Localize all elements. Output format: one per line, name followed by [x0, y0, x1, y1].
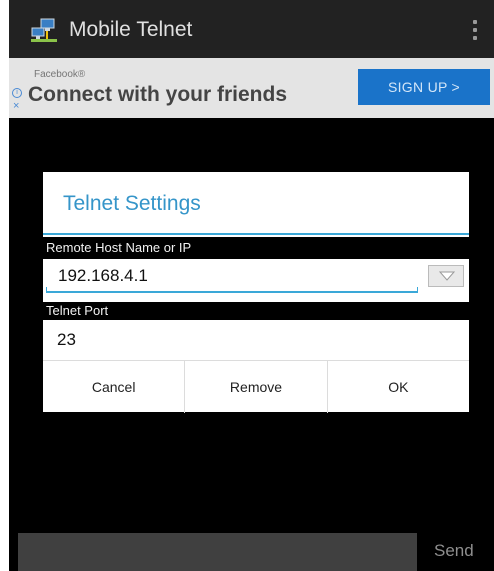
host-input[interactable]: 192.168.4.1	[46, 259, 418, 295]
dialog-header: Telnet Settings	[43, 172, 469, 235]
ok-button[interactable]: OK	[328, 361, 469, 413]
action-bar: Mobile Telnet	[9, 0, 494, 58]
dialog-title: Telnet Settings	[63, 192, 201, 215]
port-input[interactable]: 23	[43, 320, 469, 358]
ad-banner[interactable]: Facebook® i × Connect with your friends …	[9, 58, 494, 118]
ad-headline[interactable]: Connect with your friends	[28, 83, 287, 107]
ad-sign-up-button[interactable]: SIGN UP >	[358, 69, 490, 105]
app-screen: Mobile Telnet Facebook® i × Connect with…	[9, 0, 494, 571]
send-button[interactable]: Send	[434, 541, 474, 561]
cancel-button[interactable]: Cancel	[43, 361, 186, 413]
ad-info-icon[interactable]: i	[12, 88, 22, 98]
remove-button[interactable]: Remove	[185, 361, 328, 413]
ad-close-icon[interactable]: ×	[13, 101, 19, 112]
chevron-down-icon	[439, 271, 455, 281]
input-focus-underline	[46, 287, 418, 293]
port-value: 23	[57, 330, 76, 349]
dialog-button-row: Cancel Remove OK	[43, 360, 469, 413]
overflow-menu-icon[interactable]	[468, 18, 482, 42]
port-label: Telnet Port	[43, 302, 469, 320]
ad-sponsor: Facebook®	[34, 69, 86, 80]
command-input[interactable]	[18, 533, 417, 571]
app-title: Mobile Telnet	[69, 18, 193, 41]
host-history-dropdown-button[interactable]	[428, 265, 464, 287]
network-computers-icon	[31, 18, 57, 42]
host-value: 192.168.4.1	[58, 266, 148, 285]
telnet-settings-dialog: Telnet Settings Remote Host Name or IP 1…	[43, 172, 469, 413]
host-label: Remote Host Name or IP	[43, 237, 469, 259]
